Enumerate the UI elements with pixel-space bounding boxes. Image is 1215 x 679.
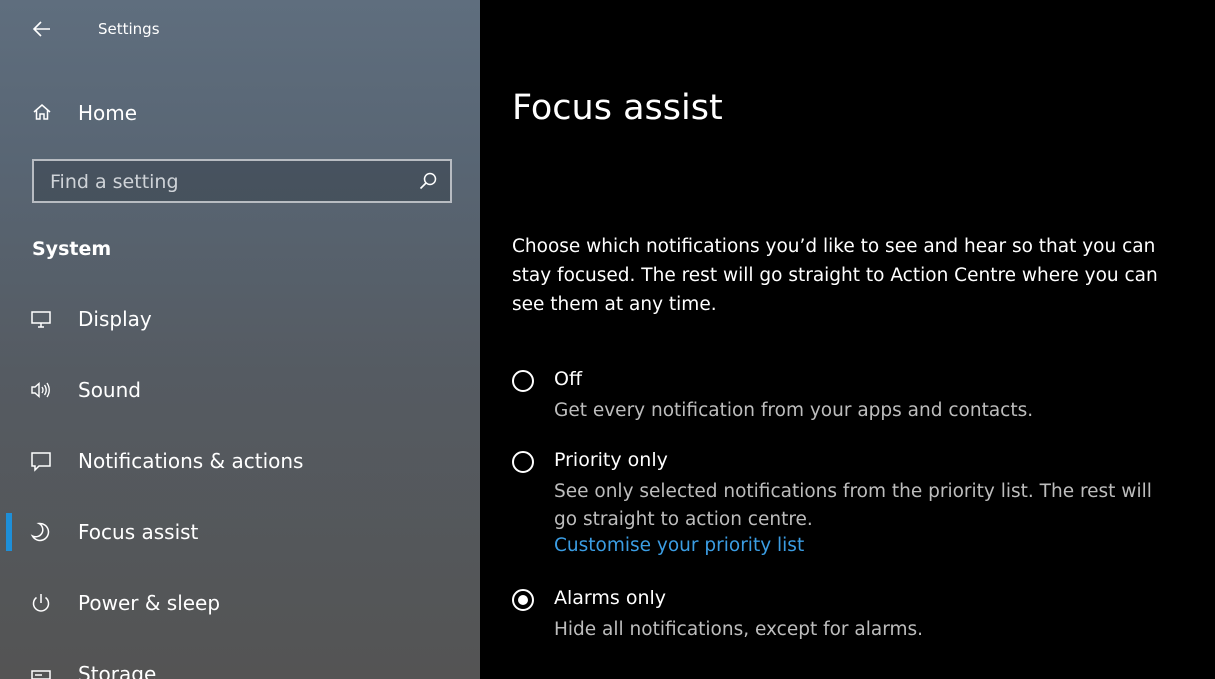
sidebar-item-label: Display [78,307,152,331]
active-indicator [6,513,12,551]
sidebar-item-label: Sound [78,378,141,402]
arrow-left-icon [32,21,50,37]
title-bar: Settings [0,0,480,60]
radio-priority-only[interactable] [512,451,534,473]
back-button[interactable] [30,14,56,44]
sidebar-item-label: Home [78,101,138,125]
speaker-icon [31,381,50,399]
sidebar-item-label: Storage [78,662,157,679]
sidebar-item-home[interactable]: Home [0,92,480,132]
option-description: Hide all notifications, except for alarm… [554,619,924,640]
option-label: Alarms only [554,587,667,609]
search-box[interactable] [32,159,452,203]
sidebar-item-focus-assist[interactable]: Focus assist [0,510,480,554]
sidebar-item-label: Notifications & actions [78,449,304,473]
intro-text: Choose which notifications you’d like to… [512,236,1158,315]
sidebar-item-notifications-actions[interactable]: Notifications & actions [0,439,480,483]
radio-alarms-only[interactable] [512,589,534,611]
moon-icon [30,522,50,542]
message-icon [31,452,51,472]
main-content: Focus assist Choose which notifications … [480,0,1215,679]
sidebar-item-label: Power & sleep [78,591,221,615]
search-icon[interactable] [418,171,438,191]
monitor-icon [31,311,51,328]
app-title: Settings [98,20,160,38]
section-header-system: System [32,238,112,260]
home-icon [33,104,51,120]
storage-icon [31,670,51,679]
sidebar-item-sound[interactable]: Sound [0,368,480,412]
option-label: Off [554,368,583,390]
sidebar: Settings Home System Display Sound [0,0,480,679]
radio-off[interactable] [512,370,534,392]
option-description: Get every notification from your apps an… [554,400,1034,421]
sidebar-item-storage[interactable]: Storage [0,652,480,679]
page-title: Focus assist [512,88,723,128]
power-icon [32,594,50,612]
search-input[interactable] [48,161,412,203]
sidebar-item-display[interactable]: Display [0,297,480,341]
sidebar-item-power-sleep[interactable]: Power & sleep [0,581,480,625]
sidebar-item-label: Focus assist [78,520,199,544]
option-label: Priority only [554,449,668,471]
option-description: See only selected notifications from the… [554,481,1152,530]
customise-priority-list-link[interactable]: Customise your priority list [554,535,804,556]
